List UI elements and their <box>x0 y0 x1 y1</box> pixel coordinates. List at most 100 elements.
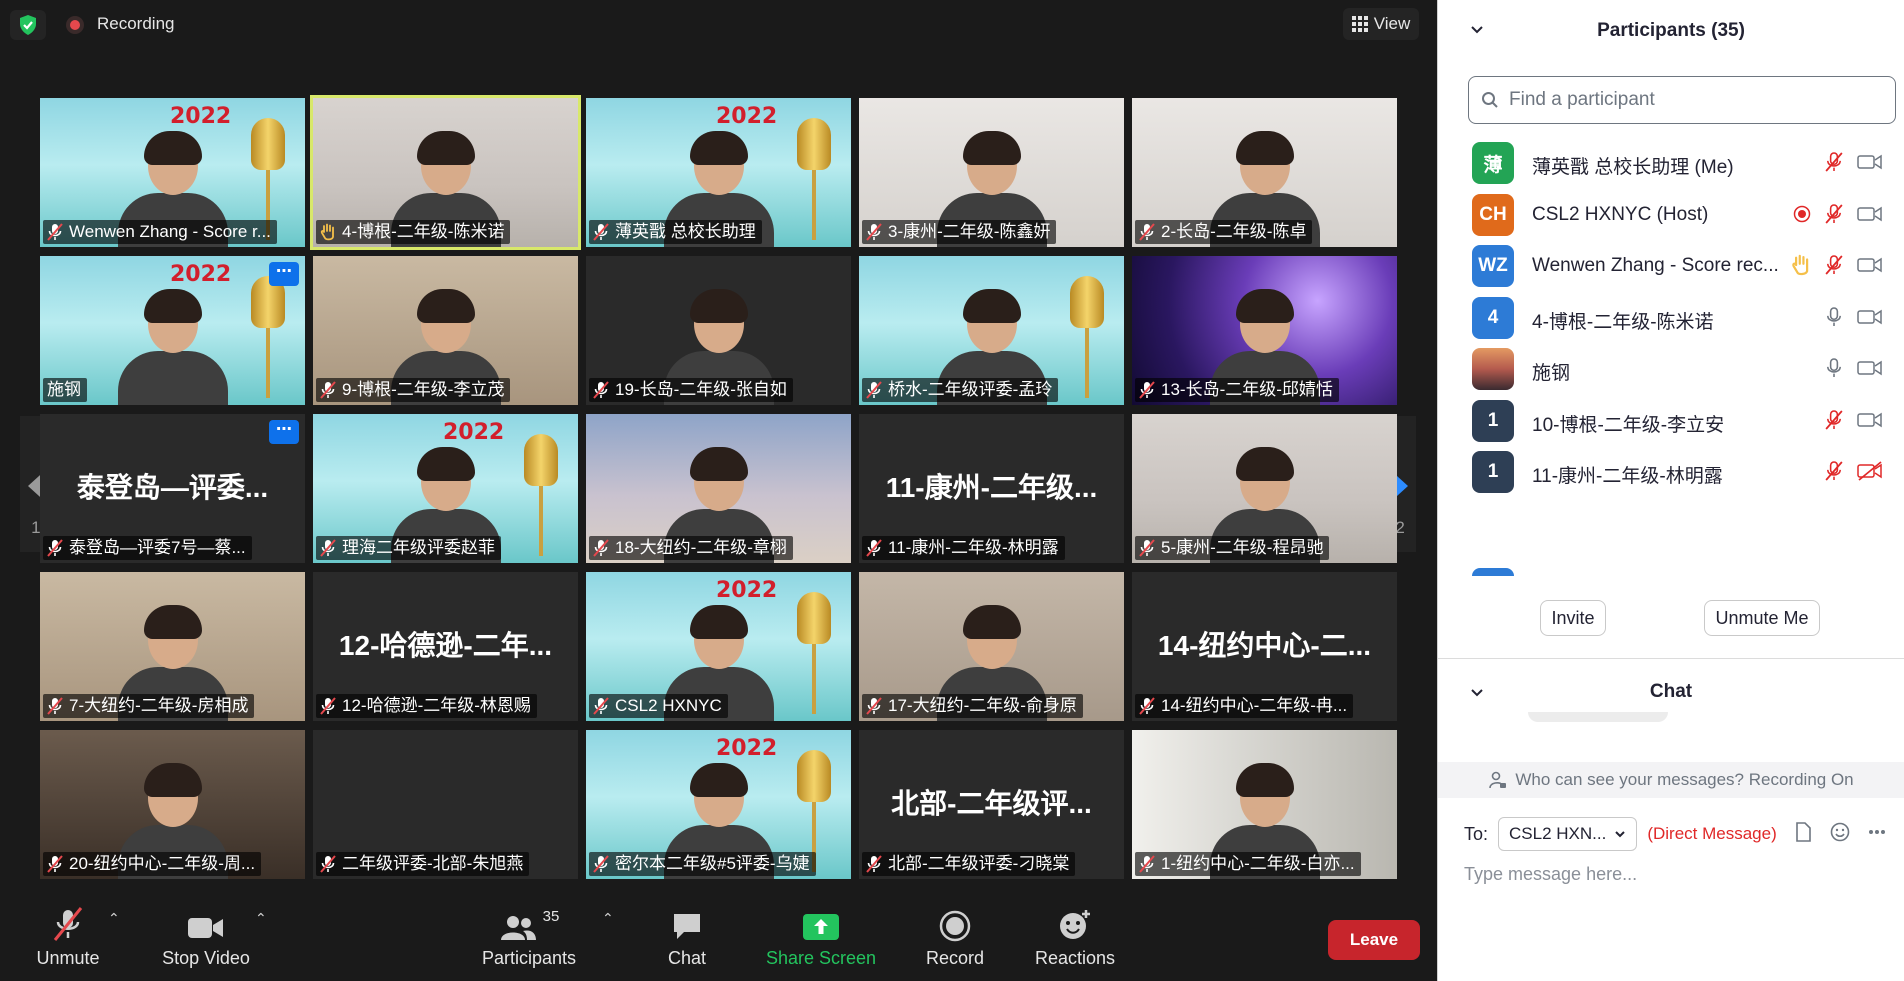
more-options-icon[interactable] <box>1868 829 1886 835</box>
reactions-button[interactable]: Reactions <box>1032 896 1118 981</box>
microphone-muted-icon[interactable] <box>1825 254 1843 276</box>
participant-name-tag: 14-纽约中心-二年级-冉... <box>1135 694 1354 718</box>
microphone-icon[interactable] <box>1825 306 1843 328</box>
video-tile[interactable]: 2-长岛-二年级-陈卓 <box>1132 98 1397 247</box>
participant-name-tag: 17-大纽约-二年级-俞身原 <box>862 694 1083 718</box>
participants-title: Participants (35) <box>1597 20 1745 41</box>
participant-row[interactable]: 1 11-康州-二年级-林明露 <box>1438 443 1904 505</box>
video-camera-icon[interactable] <box>1857 255 1883 275</box>
video-camera-icon[interactable] <box>1857 358 1883 378</box>
video-tile[interactable]: 9-博根-二年级-李立茂 <box>313 256 578 405</box>
video-tile[interactable]: 2022 理海二年级评委赵菲 <box>313 414 578 563</box>
chat-messages[interactable] <box>1438 712 1904 762</box>
video-tile[interactable]: 3-康州-二年级-陈鑫妍 <box>859 98 1124 247</box>
chat-message-input[interactable] <box>1464 864 1884 885</box>
video-tile[interactable]: 12-哈德逊-二年... 12-哈德逊-二年级-林恩赐 <box>313 572 578 721</box>
view-button[interactable]: View <box>1343 8 1419 40</box>
participant-name: 17-大纽约-二年级-俞身原 <box>888 696 1077 715</box>
stop-video-button[interactable]: Stop Video <box>158 896 254 981</box>
video-tile[interactable]: 二年级评委-北部-朱旭燕 <box>313 730 578 879</box>
video-tile[interactable]: 17-大纽约-二年级-俞身原 <box>859 572 1124 721</box>
microphone-muted-icon[interactable] <box>1825 151 1843 173</box>
recording-icon[interactable] <box>66 16 84 34</box>
participant-list-name: 10-博根-二年级-李立安 <box>1532 414 1725 436</box>
video-camera-icon <box>188 918 223 938</box>
recipient-value: CSL2 HXN... <box>1509 824 1607 843</box>
participant-name: 二年级评委-北部-朱旭燕 <box>342 854 524 873</box>
participant-name: 薄英戬 总校长助理 <box>615 222 756 241</box>
participant-status-icons <box>1825 306 1883 328</box>
participant-name-tag: 密尔本二年级#5评委-乌婕 <box>589 852 816 876</box>
chat-button[interactable]: Chat <box>664 896 710 981</box>
tile-more-options-button[interactable]: ⋯ <box>269 262 299 286</box>
participant-status-icons <box>1793 203 1883 225</box>
video-tile[interactable]: 11-康州-二年级... 11-康州-二年级-林明露 <box>859 414 1124 563</box>
reactions-label: Reactions <box>1034 948 1116 968</box>
golden-microphone-icon <box>797 592 831 714</box>
video-tile[interactable]: 北部-二年级评... 北部-二年级评委-刁晓棠 <box>859 730 1124 879</box>
video-tile[interactable]: 5-康州-二年级-程昂驰 <box>1132 414 1397 563</box>
recipient-select[interactable]: CSL2 HXN... <box>1498 817 1638 851</box>
chat-visibility-notice[interactable]: Who can see your messages? Recording On <box>1438 762 1904 798</box>
microphone-muted-icon[interactable] <box>1825 203 1843 225</box>
video-tile[interactable]: 13-长岛-二年级-邱婧恬 <box>1132 256 1397 405</box>
participants-button[interactable]: 35 Participants <box>478 896 580 981</box>
video-tile[interactable]: 7-大纽约-二年级-房相成 <box>40 572 305 721</box>
unmute-button[interactable]: Unmute <box>28 896 108 981</box>
audio-options-chevron-icon[interactable]: ⌃ <box>108 910 120 927</box>
video-tile[interactable]: 14-纽约中心-二... 14-纽约中心-二年级-冉... <box>1132 572 1397 721</box>
participant-name: 理海二年级评委赵菲 <box>342 538 495 557</box>
participant-name-tag: 18-大纽约-二年级-章栩 <box>589 536 793 560</box>
security-shield-icon[interactable] <box>10 10 46 40</box>
avatar: CH <box>1472 193 1514 236</box>
participant-name: 7-大纽约-二年级-房相成 <box>69 696 249 715</box>
participant-status-icons <box>1825 357 1883 379</box>
video-camera-icon[interactable] <box>1857 410 1883 430</box>
video-tile[interactable]: 4-博根-二年级-陈米诺 <box>310 95 581 250</box>
participant-name: 14-纽约中心-二年级-冉... <box>1161 696 1348 715</box>
participants-options-chevron-icon[interactable]: ⌃ <box>602 910 614 927</box>
recording-label[interactable]: Recording <box>97 14 175 34</box>
participant-name-tag: 11-康州-二年级-林明露 <box>862 536 1065 560</box>
leave-button[interactable]: Leave <box>1328 920 1420 960</box>
video-camera-icon[interactable] <box>1857 307 1883 327</box>
record-button[interactable]: Record <box>924 896 986 981</box>
video-camera-icon[interactable] <box>1857 204 1883 224</box>
video-tile[interactable]: 2022 Wenwen Zhang - Score r... <box>40 98 305 247</box>
side-panel: Participants (35) 薄薄英戬 总校长助理 (Me) CH CSL2 … <box>1437 0 1904 981</box>
tile-more-options-button[interactable]: ⋯ <box>269 420 299 444</box>
microphone-muted-icon <box>320 855 336 873</box>
video-tile[interactable]: 2022 薄英戬 总校长助理 <box>586 98 851 247</box>
microphone-icon[interactable] <box>1825 357 1843 379</box>
video-tile[interactable]: 泰登岛—评委... ⋯ 泰登岛—评委7号—蔡... <box>40 414 305 563</box>
unmute-me-button[interactable]: Unmute Me <box>1704 600 1820 636</box>
participant-display-name: 泰登岛—评委... <box>76 472 269 503</box>
participant-search-box[interactable] <box>1468 76 1896 124</box>
video-tile[interactable]: 18-大纽约-二年级-章栩 <box>586 414 851 563</box>
avatar: WZ <box>1472 245 1514 287</box>
microphone-muted-icon <box>47 855 63 873</box>
share-screen-button[interactable]: Share Screen <box>766 896 876 981</box>
avatar <box>1472 348 1514 390</box>
video-tile[interactable]: 19-长岛-二年级-张自如 <box>586 256 851 405</box>
search-icon <box>1482 92 1498 108</box>
participant-search-input[interactable] <box>1509 89 1869 111</box>
microphone-muted-icon[interactable] <box>1825 460 1843 482</box>
video-options-chevron-icon[interactable]: ⌃ <box>255 910 267 927</box>
microphone-muted-icon <box>593 855 609 873</box>
video-off-icon[interactable] <box>1857 461 1883 481</box>
video-camera-icon[interactable] <box>1857 152 1883 172</box>
file-icon[interactable] <box>1794 822 1812 842</box>
microphone-muted-icon[interactable] <box>1825 409 1843 431</box>
invite-button[interactable]: Invite <box>1540 600 1606 636</box>
chat-notice-text: Who can see your messages? Recording On <box>1515 770 1854 789</box>
video-tile[interactable]: 20-纽约中心-二年级-周... <box>40 730 305 879</box>
video-tile[interactable]: 2022 CSL2 HXNYC <box>586 572 851 721</box>
video-tile[interactable]: 2022 密尔本二年级#5评委-乌婕 <box>586 730 851 879</box>
participant-name-tag: 20-纽约中心-二年级-周... <box>43 852 262 876</box>
emoji-icon[interactable] <box>1830 822 1850 842</box>
video-tile[interactable]: 2022 ⋯ 施钢 <box>40 256 305 405</box>
participant-status-icons <box>1825 409 1883 431</box>
video-tile[interactable]: 桥水-二年级评委-孟玲 <box>859 256 1124 405</box>
video-tile[interactable]: 1-纽约中心-二年级-白亦... <box>1132 730 1397 879</box>
